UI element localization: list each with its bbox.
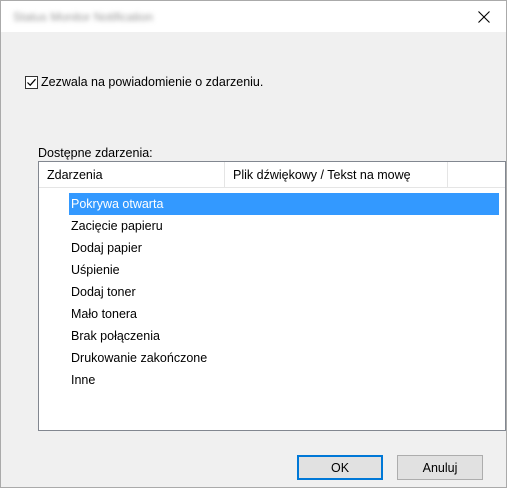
column-header-events[interactable]: Zdarzenia: [39, 162, 225, 188]
close-button[interactable]: [462, 1, 506, 32]
list-item[interactable]: Drukowanie zakończone: [69, 347, 499, 369]
checkmark-icon: [27, 78, 36, 86]
available-events-label: Dostępne zdarzenia:: [38, 146, 153, 160]
ok-button[interactable]: OK: [297, 455, 383, 480]
enable-notification-row[interactable]: Zezwala na powiadomienie o zdarzeniu.: [25, 74, 263, 90]
column-header-sound-file[interactable]: Plik dźwiękowy / Tekst na mowę: [225, 162, 448, 188]
list-item[interactable]: Zacięcie papieru: [69, 215, 499, 237]
dialog-window: Status Monitor Notification Zezwala na p…: [0, 0, 507, 488]
listview-rows: Pokrywa otwarta Zacięcie papieru Dodaj p…: [69, 193, 499, 391]
window-title: Status Monitor Notification: [13, 10, 154, 24]
list-item[interactable]: Dodaj toner: [69, 281, 499, 303]
list-item[interactable]: Inne: [69, 369, 499, 391]
cancel-button[interactable]: Anuluj: [397, 455, 483, 480]
enable-notification-label: Zezwala na powiadomienie o zdarzeniu.: [41, 75, 264, 89]
list-item[interactable]: Dodaj papier: [69, 237, 499, 259]
events-listview[interactable]: Zdarzenia Plik dźwiękowy / Tekst na mowę…: [38, 161, 506, 431]
list-item[interactable]: Pokrywa otwarta: [69, 193, 499, 215]
listview-header: Zdarzenia Plik dźwiękowy / Tekst na mowę: [39, 162, 505, 188]
title-bar: Status Monitor Notification: [1, 1, 506, 32]
close-icon: [478, 10, 490, 23]
list-item[interactable]: Brak połączenia: [69, 325, 499, 347]
list-item[interactable]: Uśpienie: [69, 259, 499, 281]
enable-notification-checkbox[interactable]: [25, 75, 38, 89]
list-item[interactable]: Mało tonera: [69, 303, 499, 325]
